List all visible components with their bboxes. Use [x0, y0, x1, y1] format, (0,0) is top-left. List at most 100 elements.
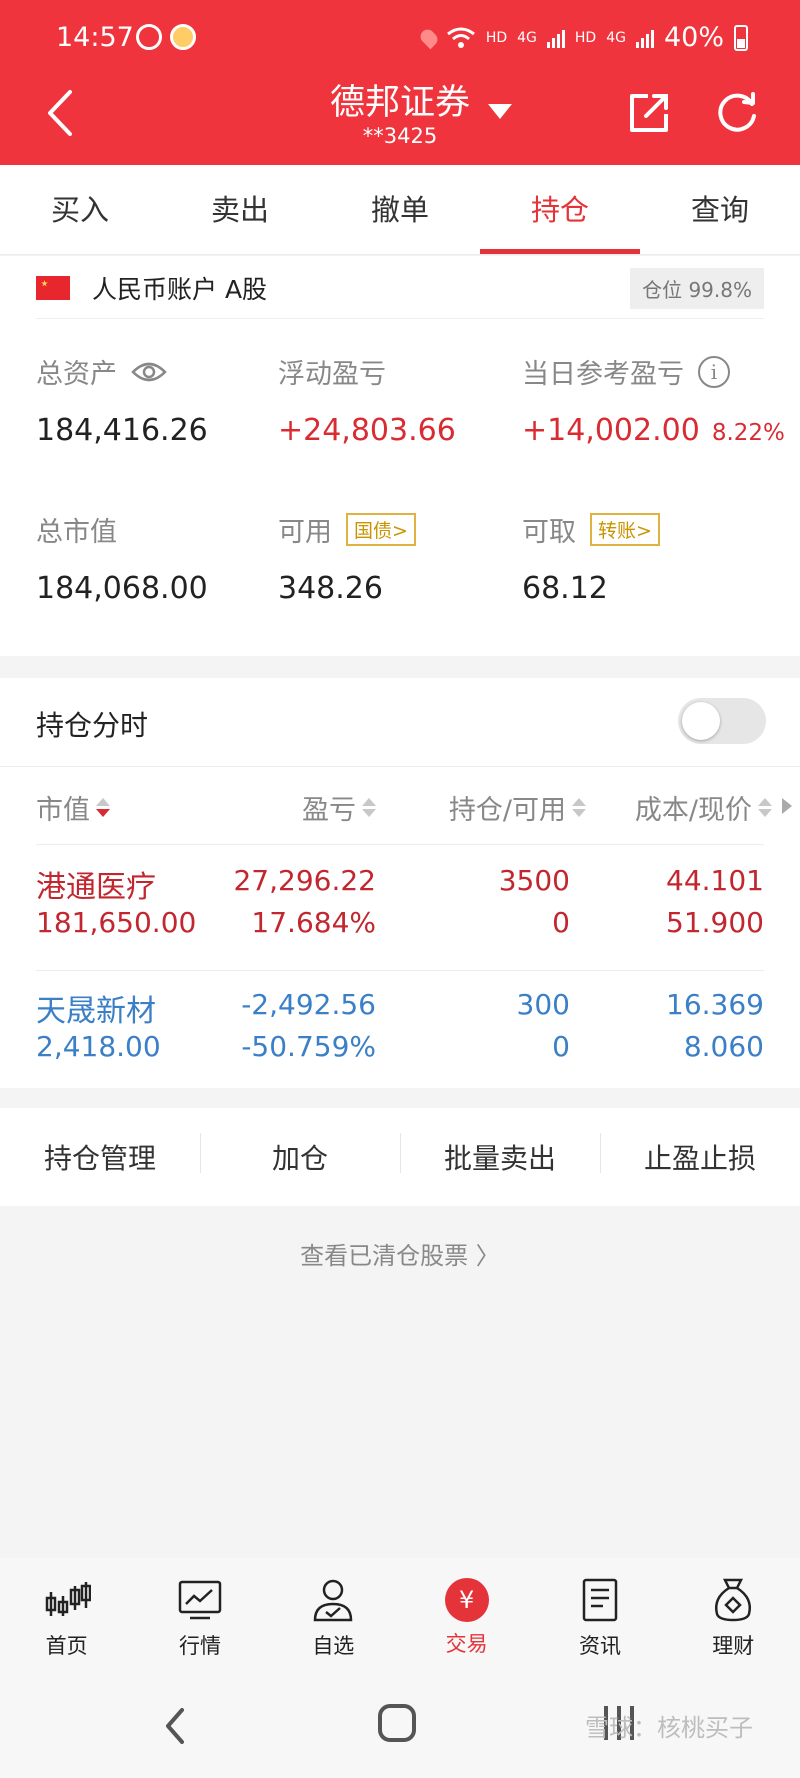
transfer-button[interactable]: 转账>: [590, 513, 660, 546]
available-label: 可用: [278, 517, 332, 548]
share-icon[interactable]: [626, 90, 672, 136]
sort-icon: [758, 798, 772, 817]
stock-pl-percent: -50.759%: [241, 1030, 376, 1063]
tab-query[interactable]: 查询: [640, 165, 800, 254]
manage-positions-button[interactable]: 持仓管理: [0, 1137, 200, 1177]
nav-wealth-label: 理财: [712, 1634, 755, 1658]
stock-cost: 16.369: [666, 988, 764, 1021]
nav-watchlist-label: 自选: [312, 1634, 355, 1658]
batch-sell-button[interactable]: 批量卖出: [400, 1133, 600, 1177]
position-ratio-badge: 仓位 99.8%: [630, 268, 764, 309]
tab-cancel-order[interactable]: 撤单: [320, 165, 480, 254]
available-value: 348.26: [278, 571, 383, 606]
money-bag-icon: [715, 1578, 752, 1622]
col-pl[interactable]: 盈亏: [302, 788, 376, 827]
treasury-bond-button[interactable]: 国债>: [346, 513, 416, 546]
stock-market-value: 181,650.00: [36, 906, 197, 939]
network-type-3: HD: [574, 29, 597, 46]
network-type-2: 4G: [517, 29, 537, 46]
asset-summary-card: 人民币账户 A股 仓位 99.8% 总资产 184,416.26 浮动盈亏 +2…: [0, 256, 800, 656]
info-icon[interactable]: i: [698, 355, 730, 388]
nav-news[interactable]: 资讯: [533, 1558, 666, 1668]
stock-name[interactable]: 天晟新材: [36, 986, 156, 1030]
intraday-toggle[interactable]: [678, 698, 766, 744]
yen-icon: ¥: [444, 1578, 489, 1622]
available-cell: 可用 国债> 348.26: [278, 510, 416, 606]
position-actions: 持仓管理 加仓 批量卖出 止盈止损: [0, 1108, 800, 1206]
floating-pl-label: 浮动盈亏: [278, 359, 386, 390]
trade-tabs: 买入 卖出 撤单 持仓 查询: [0, 165, 800, 255]
stock-price: 8.060: [683, 1030, 764, 1063]
daily-pl-cell: 当日参考盈亏 i +14,002.00 8.22%: [522, 352, 785, 448]
watermark: 雪球：核桃买子: [585, 1714, 753, 1742]
stock-pl: -2,492.56: [241, 988, 376, 1021]
col-market-value-label: 市值: [36, 795, 90, 826]
total-assets-value: 184,416.26: [36, 413, 208, 448]
divider: [36, 318, 764, 319]
eye-icon[interactable]: [131, 360, 167, 384]
status-indicators: HD 4G HD 4G 40%: [417, 22, 748, 53]
system-back-icon[interactable]: [160, 1706, 190, 1746]
intraday-positions-label: 持仓分时: [36, 709, 149, 742]
sort-icon: [362, 798, 376, 817]
col-cost-price-label: 成本/现价: [634, 795, 752, 826]
app-notification-icon: [136, 24, 162, 50]
col-cost-price[interactable]: 成本/现价: [635, 788, 772, 827]
battery-percent: 40%: [663, 22, 724, 53]
col-market-value[interactable]: 市值: [36, 788, 110, 827]
status-bar: 14:57 HD 4G HD 4G 40%: [0, 0, 800, 70]
stock-available: 0: [552, 1030, 570, 1063]
stock-price: 51.900: [666, 906, 764, 939]
table-row[interactable]: 天晟新材 2,418.00 -2,492.56 -50.759% 300 0 1…: [0, 972, 800, 1094]
cleared-stocks-link[interactable]: 查看已清仓股票 〉: [0, 1236, 800, 1271]
daily-pl-value: +14,002.00: [522, 413, 700, 448]
col-qty[interactable]: 持仓/可用: [449, 788, 586, 827]
system-home-icon[interactable]: [378, 1704, 416, 1742]
refresh-icon[interactable]: [714, 90, 760, 136]
nav-market[interactable]: 行情: [133, 1558, 266, 1668]
notification-icons: [136, 24, 196, 50]
sort-icon: [572, 798, 586, 817]
nav-watchlist[interactable]: 自选: [267, 1558, 400, 1668]
network-type-4: 4G: [606, 29, 626, 46]
nav-trade[interactable]: ¥ 交易: [400, 1558, 533, 1668]
scroll-right-icon[interactable]: [782, 798, 792, 814]
total-assets-cell: 总资产 184,416.26: [36, 352, 208, 448]
floating-pl-value: +24,803.66: [278, 413, 456, 448]
tab-buy[interactable]: 买入: [0, 165, 160, 254]
market-value-cell: 总市值 184,068.00: [36, 510, 208, 606]
market-value-label: 总市值: [36, 517, 117, 548]
daily-pl-label: 当日参考盈亏: [522, 359, 684, 390]
stock-cost: 44.101: [666, 864, 764, 897]
account-dropdown-icon[interactable]: [488, 104, 512, 119]
candlestick-icon: [45, 1582, 91, 1616]
nav-trade-label: 交易: [445, 1632, 488, 1656]
table-row[interactable]: 港通医疗 181,650.00 27,296.22 17.684% 3500 0…: [0, 848, 800, 970]
stock-quantity: 300: [516, 988, 570, 1021]
signal-icon-2: [635, 28, 654, 48]
app-header: 14:57 HD 4G HD 4G 40% 德邦证券 **3425: [0, 0, 800, 165]
total-assets-label: 总资产: [36, 359, 117, 390]
signal-icon: [546, 28, 565, 48]
divider: [36, 844, 764, 845]
sort-icon: [96, 798, 110, 817]
account-number: **3425: [362, 124, 438, 148]
nav-home[interactable]: 首页: [0, 1558, 133, 1668]
stock-market-value: 2,418.00: [36, 1030, 161, 1063]
tab-sell[interactable]: 卖出: [160, 165, 320, 254]
app-notification-icon-2: [170, 24, 196, 50]
status-time: 14:57: [56, 22, 134, 53]
broker-title[interactable]: 德邦证券: [0, 74, 800, 125]
document-icon: [582, 1578, 618, 1622]
nav-news-label: 资讯: [578, 1634, 621, 1658]
nav-wealth[interactable]: 理财: [667, 1558, 800, 1668]
tab-positions[interactable]: 持仓: [480, 165, 640, 254]
withdrawable-value: 68.12: [522, 571, 608, 606]
stock-quantity: 3500: [498, 864, 570, 897]
stop-profit-loss-button[interactable]: 止盈止损: [600, 1133, 800, 1177]
add-position-button[interactable]: 加仓: [200, 1133, 400, 1177]
stock-name[interactable]: 港通医疗: [36, 862, 156, 906]
user-check-icon: [314, 1579, 353, 1622]
floating-pl-cell: 浮动盈亏 +24,803.66: [278, 352, 456, 448]
china-flag-icon: [36, 276, 70, 300]
